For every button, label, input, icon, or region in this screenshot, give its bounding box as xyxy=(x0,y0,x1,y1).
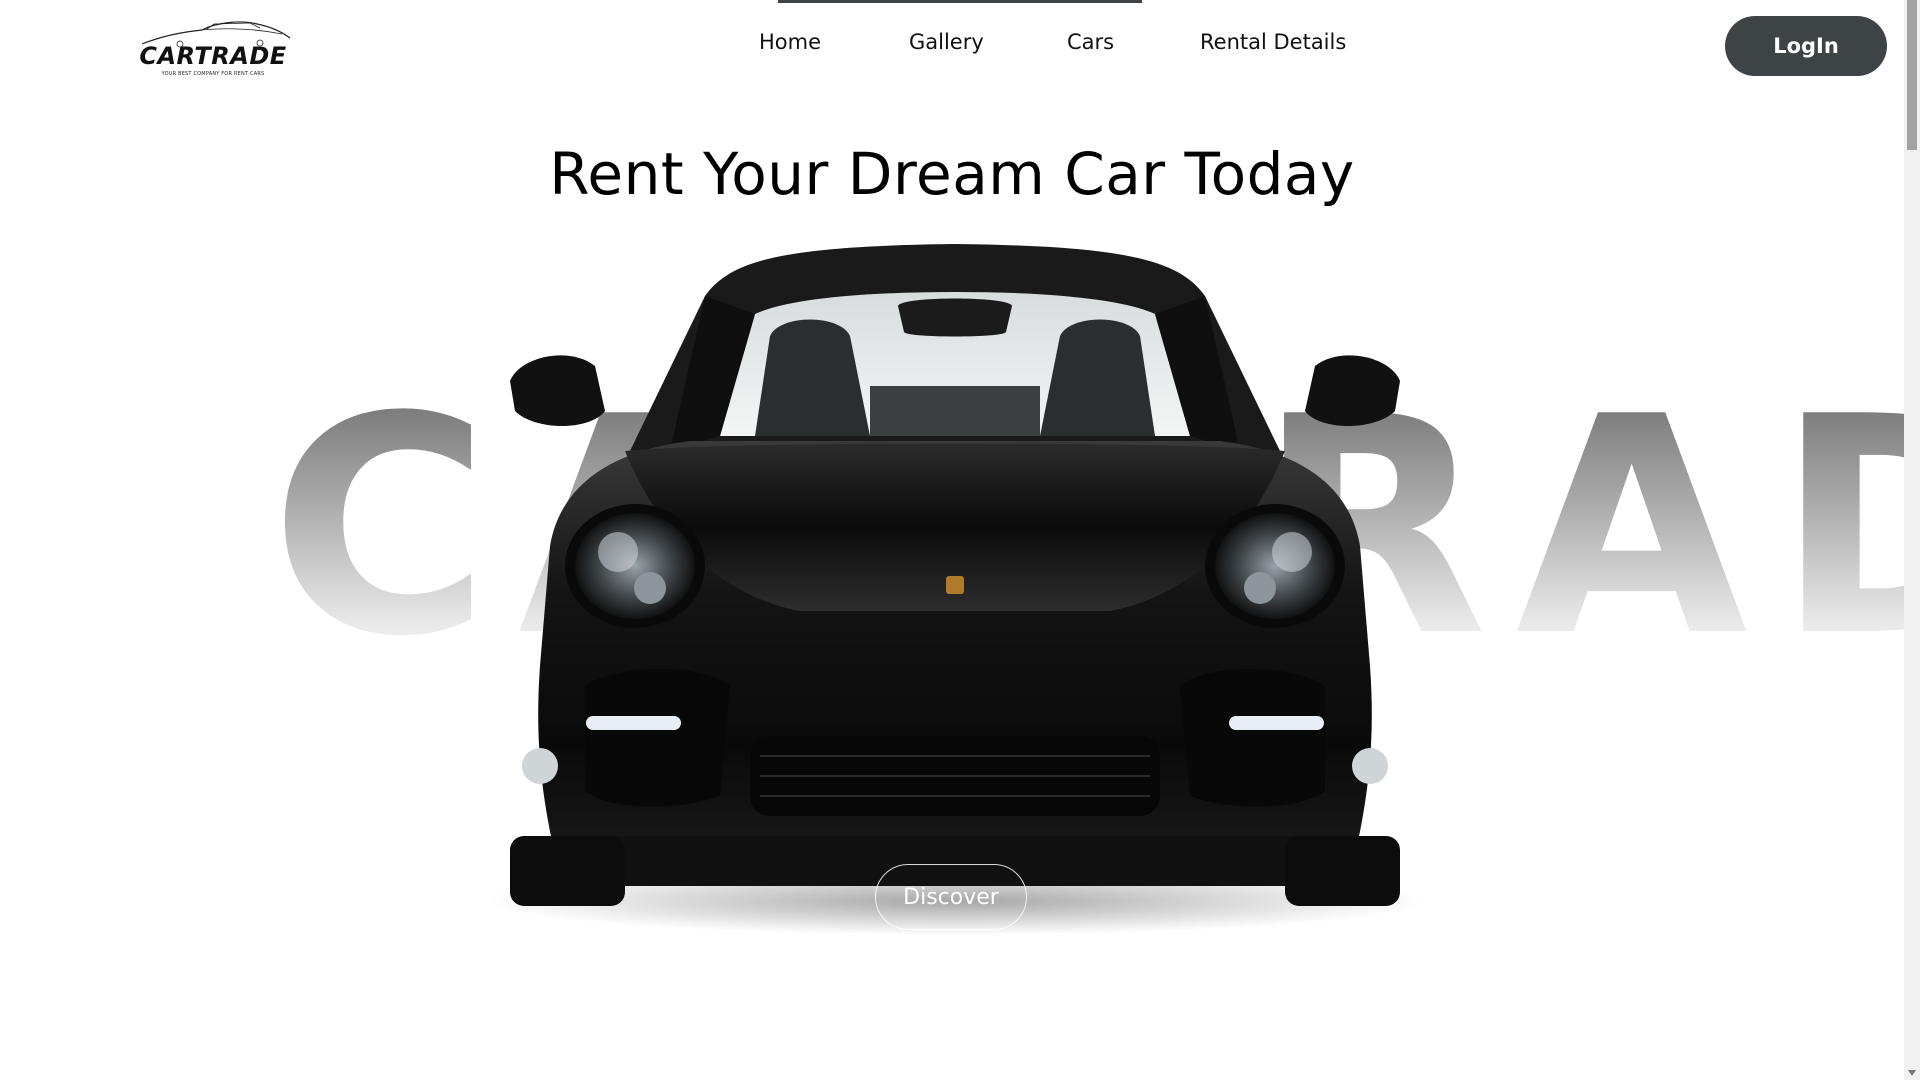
hero-title: Rent Your Dream Car Today xyxy=(549,140,1355,208)
nav-item-home[interactable]: Home xyxy=(759,30,821,54)
hero-car-image xyxy=(485,236,1425,936)
porsche-badge-icon xyxy=(946,576,964,594)
nav-active-indicator xyxy=(778,0,1142,3)
login-button[interactable]: LogIn xyxy=(1725,16,1887,76)
nav-item-rental-details[interactable]: Rental Details xyxy=(1200,30,1346,54)
scrollbar-thumb[interactable] xyxy=(1907,0,1917,150)
logo[interactable]: CARTRADE YOUR BEST COMPANY FOR RENT CARS xyxy=(132,18,294,82)
header: CARTRADE YOUR BEST COMPANY FOR RENT CARS… xyxy=(0,0,1900,96)
discover-button[interactable]: Discover xyxy=(875,864,1027,930)
page: CARTRADE YOUR BEST COMPANY FOR RENT CARS… xyxy=(0,0,1920,1080)
scroll-down-arrow-icon[interactable] xyxy=(1908,1070,1916,1076)
nav-item-cars[interactable]: Cars xyxy=(1067,30,1114,54)
nav-item-gallery[interactable]: Gallery xyxy=(909,30,984,54)
page-scrollbar[interactable] xyxy=(1904,0,1920,1080)
car-illustration xyxy=(485,244,1425,935)
logo-brand-text: CARTRADE xyxy=(139,42,287,70)
logo-tagline: YOUR BEST COMPANY FOR RENT CARS xyxy=(161,71,265,77)
